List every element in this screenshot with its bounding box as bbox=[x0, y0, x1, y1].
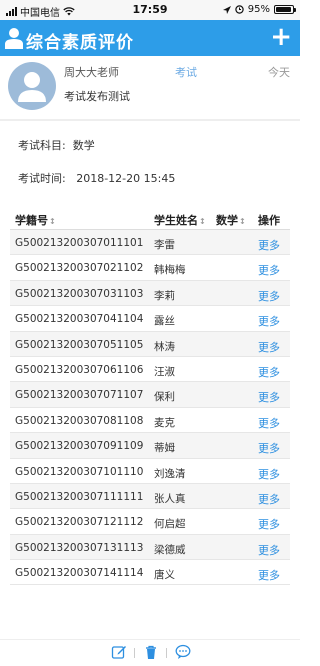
student-table: 学籍号↕ 学生姓名↕ 数学↕ 操作 G500213200307011101 李雷更… bbox=[10, 205, 290, 586]
student-id: G500213200307031103 bbox=[15, 287, 144, 300]
message-title: 考试发布测试 bbox=[64, 90, 130, 103]
exam-subject: 考试科目: 数学 bbox=[18, 137, 95, 153]
exam-time-value: 2018-12-20 15:45 bbox=[76, 172, 176, 185]
table-header: 学籍号↕ 学生姓名↕ 数学↕ 操作 bbox=[10, 205, 290, 230]
student-name: 张人真 bbox=[154, 492, 186, 505]
student-name: 韩梅梅 bbox=[154, 264, 186, 277]
exam-subject-value: 数学 bbox=[72, 139, 95, 152]
exam-subject-label: 考试科目: bbox=[18, 139, 66, 152]
more-link[interactable]: 更多 bbox=[258, 237, 280, 253]
comment-icon[interactable] bbox=[175, 644, 191, 660]
sort-icon: ↕ bbox=[239, 217, 246, 226]
student-id: G500213200307071107 bbox=[15, 389, 144, 402]
trash-icon[interactable] bbox=[143, 644, 159, 660]
student-name: 李莉 bbox=[154, 289, 175, 302]
bottom-toolbar bbox=[0, 639, 300, 666]
student-name: 汪淑 bbox=[154, 365, 175, 378]
header-student-id[interactable]: 学籍号↕ bbox=[15, 212, 56, 228]
message-category: 考试 bbox=[175, 66, 197, 79]
table-row: G500213200307111111 张人真 更多 bbox=[10, 483, 290, 510]
student-id: G500213200307111111 bbox=[15, 490, 144, 503]
table-row: G500213200307131113 梁德威 更多 bbox=[10, 534, 290, 561]
app-header: 综合素质评价 + bbox=[0, 20, 300, 56]
more-link[interactable]: 更多 bbox=[258, 415, 280, 431]
exam-time-label: 考试时间: bbox=[18, 172, 66, 185]
student-name: 刘逸清 bbox=[154, 467, 186, 480]
avatar bbox=[8, 62, 56, 110]
student-name: 林涛 bbox=[154, 340, 175, 353]
table-row: G500213200307021102 韩梅梅 更多 bbox=[10, 255, 290, 281]
add-button[interactable]: + bbox=[270, 24, 292, 50]
table-row: G500213200307091109 蒂姆 更多 bbox=[10, 433, 290, 459]
student-id: G500213200307121112 bbox=[15, 516, 144, 529]
more-link[interactable]: 更多 bbox=[258, 339, 280, 355]
student-id: G500213200307041104 bbox=[15, 313, 144, 326]
table-row: G500213200307011101 李雷 更多 bbox=[10, 230, 290, 256]
user-icon bbox=[5, 28, 23, 49]
student-name: 露丝 bbox=[154, 315, 175, 328]
table-row: G500213200307051105 林涛 更多 bbox=[10, 331, 290, 357]
student-name: 蒂姆 bbox=[154, 442, 175, 455]
student-name: 何启超 bbox=[154, 518, 186, 531]
more-link[interactable]: 更多 bbox=[258, 440, 280, 456]
student-id: G500213200307061106 bbox=[15, 363, 144, 376]
header-math[interactable]: 数学↕ bbox=[216, 212, 246, 228]
student-id: G500213200307081108 bbox=[15, 414, 144, 427]
status-right: 95% bbox=[222, 4, 296, 15]
table-row: G500213200307081108 麦克 更多 bbox=[10, 408, 290, 434]
more-link[interactable]: 更多 bbox=[258, 288, 280, 304]
table-row: G500213200307071107 保利 更多 bbox=[10, 382, 290, 408]
message-date: 今天 bbox=[268, 66, 290, 79]
student-id: G500213200307011101 bbox=[15, 237, 144, 249]
avatar-person-icon bbox=[18, 72, 46, 102]
more-link[interactable]: 更多 bbox=[258, 567, 280, 583]
app-title: 综合素质评价 bbox=[26, 33, 134, 53]
message-header: 周大大老师 考试 今天 考试发布测试 bbox=[0, 56, 300, 120]
table-body: G500213200307011101 李雷 更多 G5002132003070211… bbox=[10, 230, 290, 586]
battery-icon bbox=[274, 5, 296, 14]
more-link[interactable]: 更多 bbox=[258, 491, 280, 507]
student-id: G500213200307101110 bbox=[15, 465, 144, 478]
more-link[interactable]: 更多 bbox=[258, 389, 280, 405]
student-name: 麦克 bbox=[154, 416, 175, 429]
table-row: G500213200307101110 刘逸清 更多 bbox=[10, 459, 290, 484]
table-row: G500213200307061106 汪淑 更多 bbox=[10, 357, 290, 383]
table-row: G500213200307031103 李莉 更多 bbox=[10, 280, 290, 307]
header-student-name[interactable]: 学生姓名↕ bbox=[154, 212, 206, 228]
toolbar-separator bbox=[166, 648, 167, 658]
table-row: G500213200307121112 何启超 更多 bbox=[10, 509, 290, 535]
student-name: 唐义 bbox=[154, 569, 175, 582]
exam-time: 考试时间: 2018-12-20 15:45 bbox=[18, 170, 175, 186]
more-link[interactable]: 更多 bbox=[258, 364, 280, 380]
edit-icon[interactable] bbox=[111, 644, 127, 660]
toolbar-separator bbox=[134, 648, 135, 658]
student-id: G500213200307051105 bbox=[15, 338, 144, 351]
student-id: G500213200307131113 bbox=[15, 541, 144, 554]
location-icon bbox=[222, 5, 231, 14]
student-name: 保利 bbox=[154, 391, 175, 404]
table-row: G500213200307041104 露丝 更多 bbox=[10, 306, 290, 332]
more-link[interactable]: 更多 bbox=[258, 516, 280, 532]
student-name: 梁德威 bbox=[154, 543, 186, 556]
status-bar: 中国电信 17:59 95% bbox=[0, 0, 300, 20]
student-id: G500213200307141114 bbox=[15, 567, 144, 580]
table-row: G500213200307141114 唐义 更多 bbox=[10, 560, 290, 586]
sender-name: 周大大老师 bbox=[64, 66, 119, 79]
student-id: G500213200307021102 bbox=[15, 262, 144, 275]
more-link[interactable]: 更多 bbox=[258, 542, 280, 558]
battery-percent: 95% bbox=[247, 4, 270, 15]
alarm-icon bbox=[235, 5, 244, 14]
header-action: 操作 bbox=[258, 214, 280, 227]
more-link[interactable]: 更多 bbox=[258, 313, 280, 329]
more-link[interactable]: 更多 bbox=[258, 262, 280, 278]
battery-fill bbox=[276, 7, 292, 12]
student-id: G500213200307091109 bbox=[15, 440, 144, 453]
sort-icon: ↕ bbox=[199, 217, 206, 226]
sort-icon: ↕ bbox=[49, 217, 56, 226]
more-link[interactable]: 更多 bbox=[258, 466, 280, 482]
student-name: 李雷 bbox=[154, 239, 175, 251]
divider bbox=[0, 119, 300, 121]
